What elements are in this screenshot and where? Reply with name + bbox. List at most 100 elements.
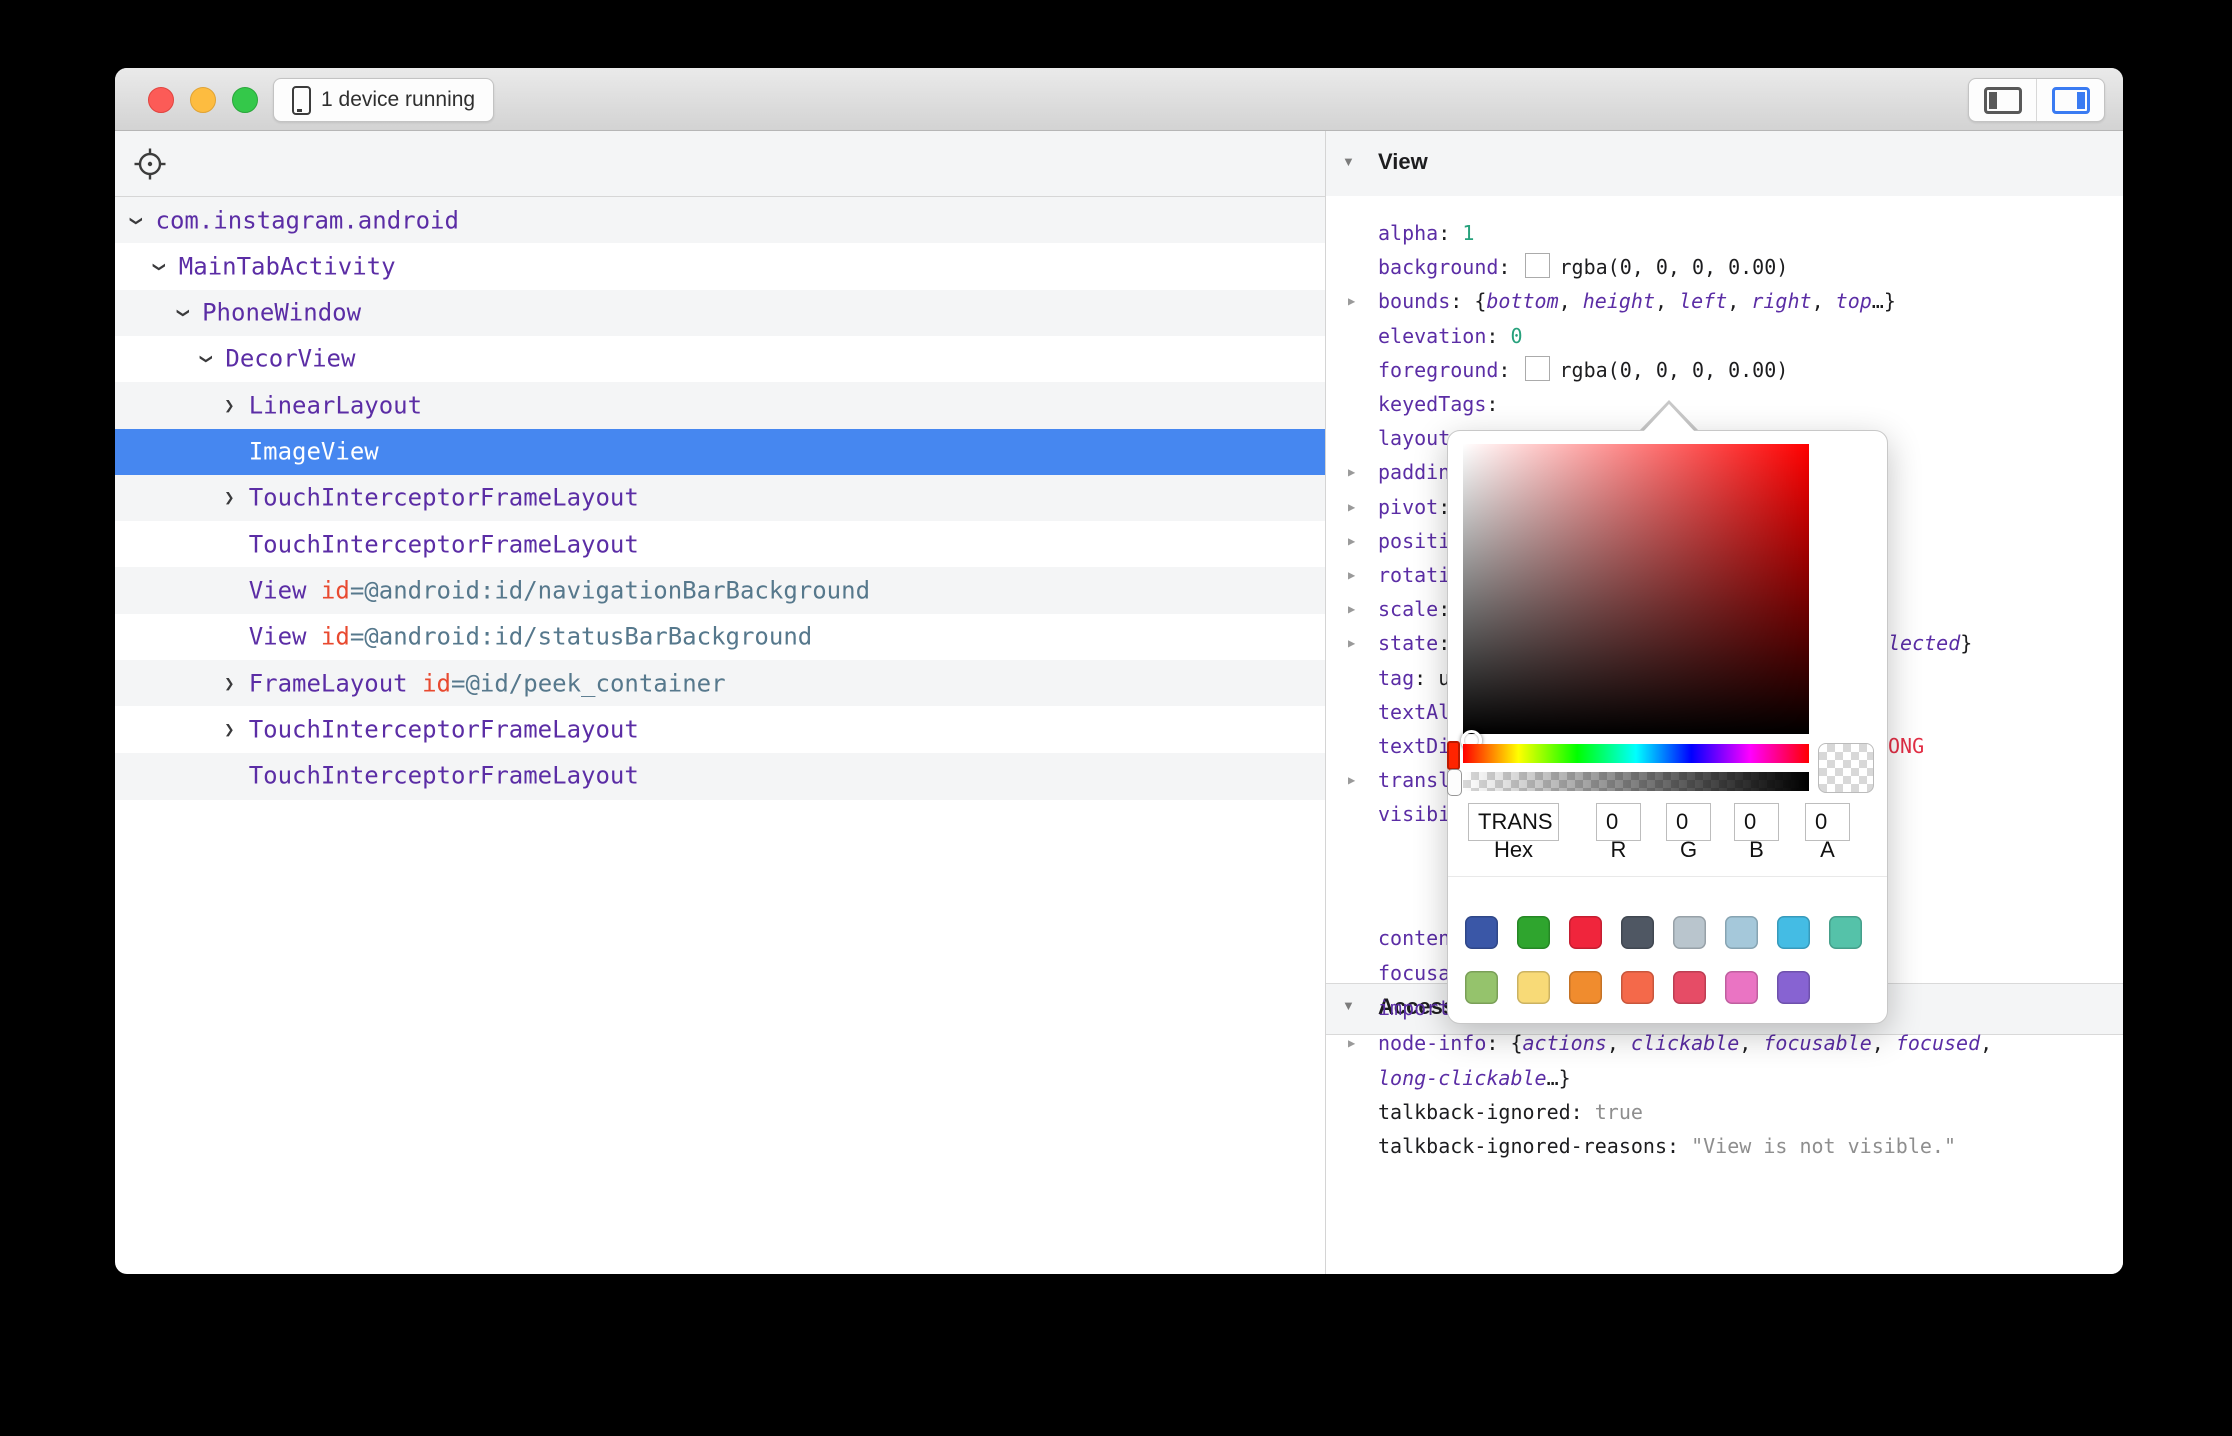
preset-color-swatch[interactable] — [1829, 916, 1862, 949]
property-row-foreground: foreground: rgba(0, 0, 0, 0.00) — [1326, 353, 2123, 387]
property-value-segment: , — [1872, 1031, 1896, 1055]
disclosure-triangle-icon[interactable]: ▶ — [1348, 455, 1355, 489]
property-key: focusa — [1378, 961, 1450, 985]
view-section-disclosure-icon[interactable]: ▼ — [1342, 154, 1355, 169]
preset-color-swatch[interactable] — [1673, 971, 1706, 1004]
property-row-background: background: rgba(0, 0, 0, 0.00) — [1326, 250, 2123, 284]
property-row-alpha: alpha: 1 — [1326, 216, 2123, 250]
id-attribute-value: =@android:id/navigationBarBackground — [350, 576, 870, 604]
view-section-title: View — [1378, 149, 1428, 175]
tree-row-com.instagram.android[interactable]: ❯com.instagram.android — [115, 197, 1325, 244]
property-value-segment: { — [1474, 289, 1486, 313]
property-value-segment: long-clickable — [1378, 1066, 1547, 1090]
preset-color-swatch[interactable] — [1465, 971, 1498, 1004]
disclosure-triangle-icon[interactable]: ▶ — [1348, 1026, 1355, 1060]
green-field-label: G — [1666, 835, 1711, 865]
tree-row-PhoneWindow[interactable]: ❯PhoneWindow — [115, 290, 1325, 337]
disclosure-triangle-icon[interactable]: ▶ — [1348, 763, 1355, 797]
preset-color-swatch[interactable] — [1465, 916, 1498, 949]
tree-row-TouchInterceptorFrameLayout[interactable]: TouchInterceptorFrameLayout — [115, 753, 1325, 800]
fragment-segment: lected — [1888, 631, 1960, 655]
alpha-slider[interactable] — [1463, 772, 1809, 791]
panel-toggle-group — [1968, 78, 2105, 122]
property-value-segment: : — [1571, 1100, 1595, 1124]
preset-color-swatch[interactable] — [1777, 971, 1810, 1004]
tree-row-DecorView[interactable]: ❯DecorView — [115, 336, 1325, 383]
tree-row-View[interactable]: View id=@android:id/navigationBarBackgro… — [115, 567, 1325, 614]
tree-row-TouchInterceptorFrameLayout[interactable]: TouchInterceptorFrameLayout — [115, 521, 1325, 568]
alpha-slider-handle[interactable] — [1447, 769, 1462, 796]
property-value-segment: , — [1980, 1031, 1992, 1055]
tree-node-label: TouchInterceptorFrameLayout — [249, 762, 639, 790]
disclosure-triangle-icon[interactable]: ▶ — [1348, 490, 1355, 524]
expanded-chevron-icon[interactable]: ❯ — [143, 262, 175, 272]
toggle-right-panel-button[interactable] — [2036, 79, 2104, 121]
tree-row-TouchInterceptorFrameLayout[interactable]: ❯TouchInterceptorFrameLayout — [115, 706, 1325, 753]
property-value-segment: : — [1498, 255, 1522, 279]
disclosure-triangle-icon[interactable]: ▶ — [1348, 626, 1355, 660]
tree-row-View[interactable]: View id=@android:id/statusBarBackground — [115, 614, 1325, 661]
hue-slider[interactable] — [1463, 744, 1809, 763]
tree-row-TouchInterceptorFrameLayout[interactable]: ❯ TouchInterceptorFrameLayout — [115, 475, 1325, 522]
preset-color-swatch[interactable] — [1777, 916, 1810, 949]
preset-color-swatch[interactable] — [1673, 916, 1706, 949]
collapsed-chevron-icon[interactable]: ❯ — [224, 714, 234, 746]
toggle-left-panel-button[interactable] — [1969, 79, 2036, 121]
hue-slider-handle[interactable] — [1447, 741, 1460, 770]
class-name: MainTabActivity — [179, 252, 396, 280]
preset-color-swatch[interactable] — [1569, 971, 1602, 1004]
class-name: TouchInterceptorFrameLayout — [249, 484, 639, 512]
tree-row-FrameLayout[interactable]: ❯FrameLayout id=@id/peek_container — [115, 660, 1325, 707]
id-attribute-key: id — [306, 623, 349, 651]
property-key: textDi — [1378, 734, 1450, 758]
tree-row-MainTabActivity[interactable]: ❯ MainTabActivity — [115, 243, 1325, 290]
collapsed-chevron-icon[interactable]: ❯ — [224, 482, 234, 514]
preset-color-swatch[interactable] — [1621, 971, 1654, 1004]
property-text: bounds: {bottom, height, left, right, to… — [1378, 284, 1896, 318]
saturation-brightness-gradient[interactable] — [1463, 444, 1809, 734]
property-text: textAl — [1378, 695, 1450, 729]
preset-color-swatch[interactable] — [1517, 971, 1550, 1004]
property-value-segment: , — [1559, 289, 1583, 313]
property-text: rotati — [1378, 558, 1450, 592]
disclosure-triangle-icon[interactable]: ▶ — [1348, 592, 1355, 626]
property-row-node-info: ▶node-info: {actions, clickable, focusab… — [1326, 1026, 2123, 1060]
property-text: transl — [1378, 763, 1450, 797]
property-value-segment: , — [1727, 289, 1751, 313]
property-text: background: rgba(0, 0, 0, 0.00) — [1378, 250, 1788, 284]
property-value-segment: : — [1486, 324, 1510, 348]
pane-divider[interactable] — [1325, 131, 1326, 1274]
expanded-chevron-icon[interactable]: ❯ — [120, 215, 152, 225]
tree-node-label: View id=@android:id/statusBarBackground — [249, 623, 813, 651]
color-swatch-button[interactable] — [1525, 356, 1550, 381]
desktop-background: 1 device running — [0, 0, 2232, 1436]
tree-row-ImageView[interactable]: ImageView — [115, 429, 1325, 476]
fragment-segment: } — [1960, 631, 1972, 655]
preset-color-swatch[interactable] — [1621, 916, 1654, 949]
property-key: scale — [1378, 597, 1438, 621]
property-row-talkback-ignored-reasons: talkback-ignored-reasons: "View is not v… — [1326, 1129, 2123, 1163]
disclosure-triangle-icon[interactable]: ▶ — [1348, 558, 1355, 592]
collapsed-chevron-icon[interactable]: ❯ — [224, 668, 234, 700]
collapsed-chevron-icon[interactable]: ❯ — [224, 390, 234, 422]
preset-color-swatch[interactable] — [1725, 916, 1758, 949]
preset-color-swatch[interactable] — [1517, 916, 1550, 949]
tree-row-LinearLayout[interactable]: ❯LinearLayout — [115, 382, 1325, 429]
property-value-segment: : — [1498, 358, 1522, 382]
preset-color-swatch[interactable] — [1569, 916, 1602, 949]
disclosure-triangle-icon[interactable]: ▶ — [1348, 524, 1355, 558]
id-attribute-key: id — [306, 576, 349, 604]
expanded-chevron-icon[interactable]: ❯ — [167, 308, 199, 318]
property-value-segment: , — [1739, 1031, 1763, 1055]
expanded-chevron-icon[interactable]: ❯ — [190, 354, 222, 364]
property-text: paddin — [1378, 455, 1450, 489]
property-value-segment: focused — [1896, 1031, 1980, 1055]
property-row-bounds: ▶ bounds: {bottom, height, left, right, t… — [1326, 284, 2123, 318]
property-text: textDi — [1378, 729, 1450, 763]
preset-color-swatch[interactable] — [1725, 971, 1758, 1004]
alpha-field-label: A — [1805, 835, 1850, 865]
color-swatch-button[interactable] — [1525, 253, 1550, 278]
property-key: positi — [1378, 529, 1450, 553]
left-panel-icon — [1984, 87, 2022, 114]
disclosure-triangle-icon[interactable]: ▶ — [1348, 284, 1355, 318]
